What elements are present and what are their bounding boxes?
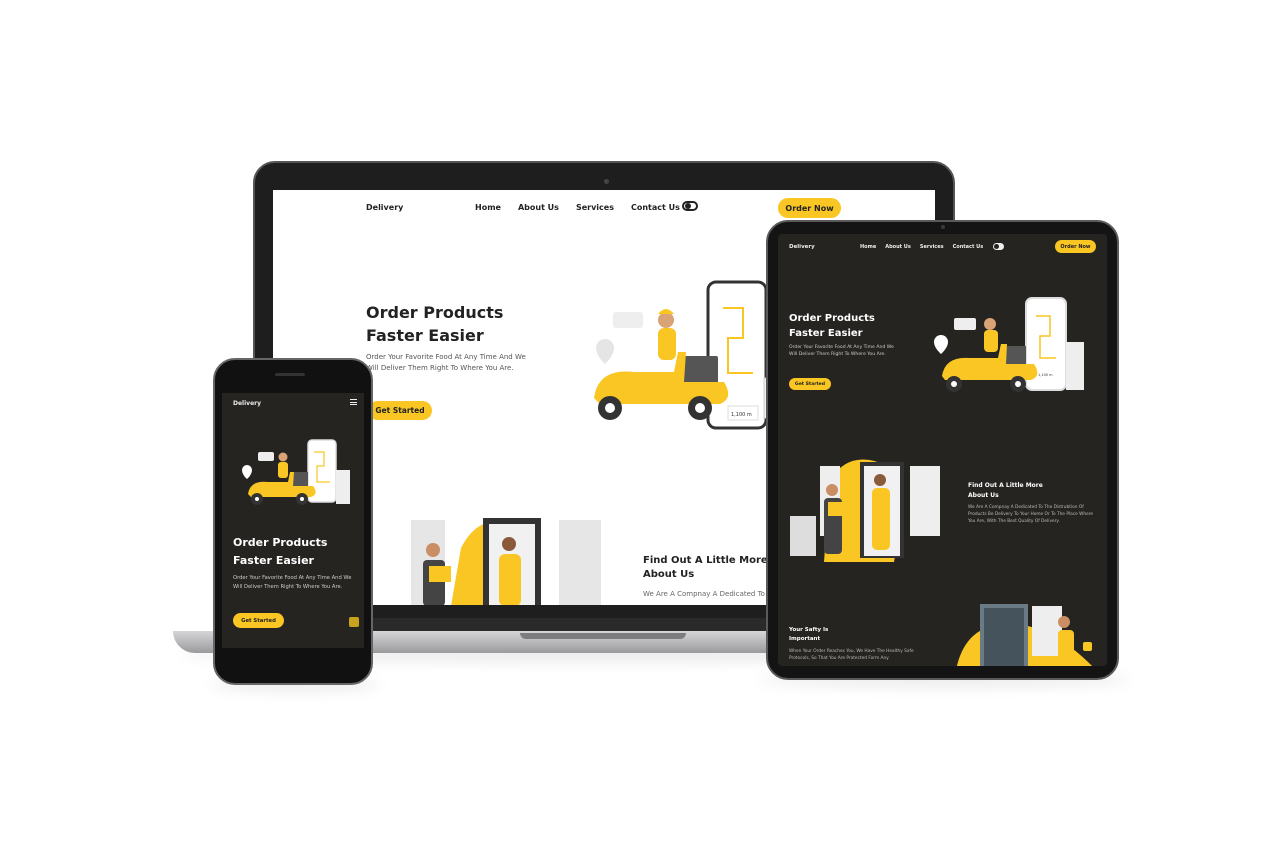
safety-text: When Your Order Reaches You, We Have The… [789,649,914,661]
nav-services[interactable]: Services [576,203,614,212]
order-now-button[interactable]: Order Now [778,198,841,218]
about-text: We Are A Compnay A Dedicated To The Dist… [968,505,1094,524]
toggle-icon[interactable] [993,243,1004,250]
hero-text: Order Your Favorite Food At Any Time And… [233,575,352,590]
tablet-camera [941,225,945,229]
nav-about-us[interactable]: About Us [518,203,559,212]
safety-title: Your Safty Is Important [789,627,829,642]
hero-text: Order Your Favorite Food At Any Time And… [366,353,526,372]
phone-device: Delivery Order Products Faster Easier Or… [213,358,373,685]
tablet-screen: Delivery Home About Us Services Contact … [778,234,1107,666]
nav-links: Home About Us Services Contact Us [475,203,680,212]
map-pin-icon [242,465,252,479]
nav-about-us[interactable]: About Us [885,244,911,250]
brand-logo[interactable]: Delivery [233,400,261,407]
about-delivery-illustration [790,459,940,562]
arrow-up-icon[interactable] [349,617,359,627]
distance-label: 1,100 m [731,412,752,418]
brand-logo[interactable]: Delivery [366,203,403,212]
distance-label: 1,100 m [1038,373,1053,377]
brand-logo[interactable]: Delivery [789,244,815,250]
nav-links: Home About Us Services Contact Us [860,244,983,250]
hero-title: Order Products Faster Easier [366,303,504,345]
order-now-button[interactable]: Order Now [1055,240,1096,253]
nav-home[interactable]: Home [475,203,501,212]
toggle-icon[interactable] [682,201,698,211]
hero-title: Order Products Faster Easier [233,536,328,567]
about-title: Find Out A Little More About Us [643,555,768,580]
about-title: Find Out A Little More About Us [968,482,1043,499]
safe-delivery-illustration [957,604,1093,666]
delivery-scooter-illustration: 1,100 m [934,297,1084,392]
about-text: We Are A Compnay A Dedicated To [643,590,765,598]
map-pin-icon [596,339,614,364]
arrow-up-icon[interactable] [1083,642,1092,651]
delivery-scooter-illustration [242,439,350,505]
hamburger-menu-icon[interactable] [350,399,357,405]
delivery-scooter-illustration: 1,100 m [594,280,795,430]
nav-contact-us[interactable]: Contact Us [631,203,680,212]
phone-speaker [275,373,305,376]
hero-text: Order Your Favorite Food At Any Time And… [789,345,894,357]
get-started-button[interactable]: Get Started [789,378,831,390]
about-delivery-illustration [411,518,601,605]
laptop-notch [520,633,686,639]
nav-contact-us[interactable]: Contact Us [953,244,984,250]
phone-screen: Delivery Order Products Faster Easier Or… [222,393,364,648]
get-started-button[interactable]: Get Started [233,613,284,628]
map-pin-icon [934,335,948,354]
hero-title: Order Products Faster Easier [789,313,875,339]
laptop-camera [604,179,609,184]
tablet-device: Delivery Home About Us Services Contact … [766,220,1119,680]
get-started-button[interactable]: Get Started [368,401,432,420]
nav-home[interactable]: Home [860,244,876,250]
nav-services[interactable]: Services [920,244,944,250]
